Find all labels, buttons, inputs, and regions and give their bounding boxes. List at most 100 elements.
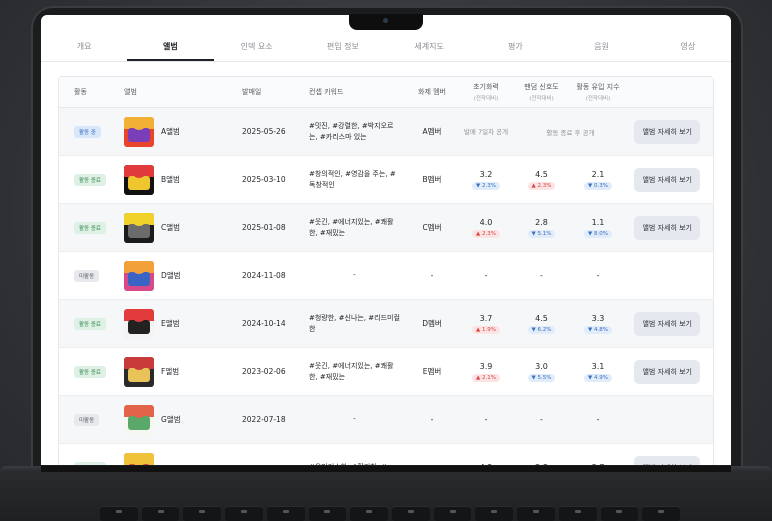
tab-0[interactable]: 개요 [41, 35, 127, 61]
tab-4[interactable]: 세계지도 [386, 35, 472, 61]
hinge [41, 466, 731, 472]
album-detail-button[interactable]: 앨범 자세히 보기 [634, 311, 700, 336]
fan-score: 3.0 ▼ 5.5% [514, 362, 569, 382]
init-score-value: 3.9 [479, 361, 493, 371]
album-detail-button[interactable]: 앨범 자세히 보기 [634, 167, 700, 192]
fan-score-value: 3.0 [535, 361, 548, 371]
fan-score: 4.5 ▼ 6.2% [514, 314, 569, 334]
concept-keywords: #청량한, #신나는, #리드미컬한 [309, 313, 400, 333]
status-badge: 활동 종료 [74, 461, 106, 465]
keyboard-row [100, 506, 681, 521]
keyboard-key [433, 506, 472, 521]
init-score: 3.2 ▼ 2.3% [458, 170, 514, 190]
idx-score-value: 1.1 [591, 217, 605, 227]
status-badge: 활동 종료 [74, 365, 106, 378]
release-date: 2025-05-26 [242, 127, 286, 136]
album-detail-button[interactable]: 앨범 자세히 보기 [634, 455, 700, 465]
cover-art-figure [128, 415, 150, 430]
status-cell: 미활동 [59, 413, 124, 426]
release-date: 2025-01-08 [242, 223, 286, 232]
table-row: 활동 종료 F앨범 2023-02-06 #웃긴, #에너지있는, #쾌활한, #재밌… [59, 348, 713, 396]
album-name: G앨범 [161, 415, 181, 424]
header-keywords: 컨셉 키워드 [309, 87, 344, 96]
status-badge: 활동 중 [74, 125, 101, 138]
fan-score-delta-value: 5.5% [537, 374, 552, 381]
idx-score-value: 3.3 [591, 313, 605, 323]
init-score-delta: ▲ 1.9% [472, 325, 500, 334]
init-score: - [458, 415, 514, 424]
concept-keywords: #웃긴, #에너지있는, #쾌활한, #재밌는 [309, 217, 394, 237]
status-cell: 활동 종료 [59, 461, 124, 465]
header-fan: 팬덤 신호도 (전작대비) [514, 82, 569, 102]
concept-keywords: #유머러스한, #활기찬, # [309, 462, 406, 465]
header-idx: 활동 유입 지수 (전작대비) [569, 82, 627, 102]
album-detail-button[interactable]: 앨범 자세히 보기 [634, 359, 700, 384]
keyboard-key [225, 506, 263, 521]
init-score-value: 3.2 [479, 169, 493, 179]
album-detail-button[interactable]: 앨범 자세히 보기 [634, 119, 700, 144]
idx-score-delta: ▼ 8.0% [584, 229, 612, 238]
action-cell: 앨범 자세히 보기 [627, 215, 713, 240]
cover-art-figure [128, 223, 150, 238]
fan-score-value: 2.8 [514, 463, 569, 465]
fan-score-value: - [540, 271, 543, 280]
album-cover [124, 452, 154, 465]
tab-1[interactable]: 앨범 [127, 35, 214, 61]
status-badge: 미활동 [74, 413, 100, 426]
tab-6[interactable]: 음원 [559, 35, 645, 61]
album-cover [124, 308, 154, 339]
idx-score-value: 3.7 [569, 463, 627, 465]
header-fan-label: 팬덤 신호도 [524, 83, 559, 91]
featured-member: C멤버 [422, 223, 442, 232]
album-name: D앨범 [161, 271, 181, 280]
header-album: 앨범 [124, 88, 137, 96]
tab-7[interactable]: 영상 [645, 35, 731, 61]
header-status: 활동 [74, 88, 87, 96]
status-cell: 활동 종료 [59, 173, 124, 186]
idx-score: - [569, 415, 627, 424]
status-badge: 활동 종료 [74, 173, 106, 186]
cover-art-circle [133, 360, 145, 370]
album-cell: C앨범 [124, 212, 242, 243]
table-row: 활동 종료 E앨범 2024-10-14 #청량한, #신나는, #리드미컬한 D멤버 3… [59, 300, 713, 348]
tab-3[interactable]: 편입 정보 [300, 35, 386, 61]
album-table: 활동 앨범 발매일 컨셉 키워드 화제 멤버 초기화력 (전작대비) 팬덤 신호도… [58, 76, 714, 465]
album-name: B앨범 [161, 175, 180, 184]
release-date: 2022-07-18 [242, 415, 286, 424]
idx-score-value: - [596, 415, 600, 424]
fan-score-delta: ▲ 2.3% [527, 181, 556, 190]
cover-art-circle [133, 264, 145, 274]
album-cover [124, 116, 154, 147]
idx-score-delta-value: 4.8% [594, 326, 608, 333]
laptop-base [0, 466, 772, 521]
init-score-value: - [484, 415, 488, 424]
header-date: 발매일 [242, 88, 262, 96]
idx-score: 3.7 [569, 463, 627, 465]
screen: 개요 앨범 인덱 요소 편입 정보 세계지도 평가 음원 영상 활동 앨범 발매일 컨셉 키워… [41, 15, 731, 465]
status-cell: 활동 중 [59, 125, 124, 138]
concept-keywords: - [353, 271, 356, 279]
idx-score-value: 2.1 [591, 169, 605, 179]
album-cell: G앨범 [124, 404, 242, 435]
keyboard-key [517, 506, 555, 521]
action-cell: 앨범 자세히 보기 [627, 167, 713, 192]
fan-score: 2.8 ▼ 5.1% [514, 218, 569, 238]
tab-5[interactable]: 평가 [472, 35, 558, 61]
init-score-delta-value: 2.3% [482, 182, 496, 189]
featured-member: A멤버 [422, 127, 442, 136]
album-cover [124, 356, 154, 387]
tab-2[interactable]: 인덱 요소 [214, 35, 300, 61]
header-fan-sub: (전작대비) [529, 96, 554, 102]
fan-score-delta-value: 6.2% [537, 326, 552, 333]
featured-member: - [430, 415, 434, 424]
fan-score-delta: ▼ 5.1% [527, 229, 556, 238]
fan-score-delta-value: 5.1% [537, 230, 552, 237]
concept-keywords: #웃긴, #에너지있는, #쾌활한, #재밌는 [309, 361, 394, 381]
cover-art-circle [133, 456, 145, 465]
fan-score: - [514, 271, 569, 280]
album-name: F앨범 [161, 367, 180, 376]
init-score-value: 4.2 [458, 463, 514, 465]
fan-score-delta: ▼ 5.5% [527, 373, 556, 382]
camera-icon [383, 18, 388, 23]
album-detail-button[interactable]: 앨범 자세히 보기 [634, 215, 700, 240]
